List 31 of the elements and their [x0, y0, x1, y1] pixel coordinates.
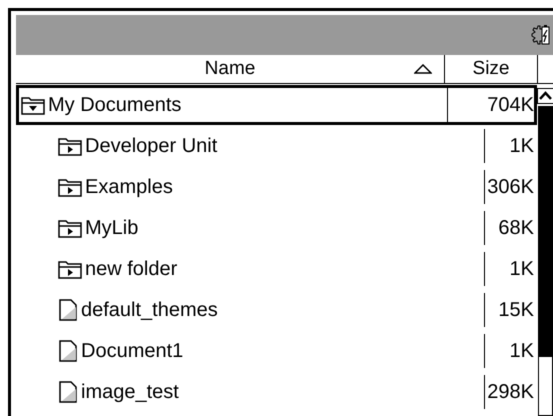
document-icon — [58, 340, 78, 362]
file-size: 1K — [510, 134, 534, 158]
file-row[interactable]: Document1 1K — [16, 331, 537, 371]
file-row[interactable]: MyLib 68K — [16, 208, 537, 248]
file-name: default_themes — [81, 298, 218, 322]
column-header[interactable]: Size — [445, 55, 538, 83]
gear-battery-icon — [531, 23, 551, 47]
file-row[interactable]: new folder 1K — [16, 249, 537, 289]
file-name: image_test — [81, 380, 179, 404]
file-row[interactable]: Developer Unit 1K — [16, 126, 537, 166]
document-icon — [58, 381, 78, 403]
file-size: 68K — [498, 216, 534, 240]
file-name: Developer Unit — [85, 134, 218, 158]
file-name: Examples — [85, 176, 173, 198]
file-name: My Documents — [48, 94, 182, 116]
file-name: Document1 — [81, 340, 184, 362]
column-header[interactable]: Name — [16, 55, 445, 83]
file-size: 1K — [510, 340, 534, 362]
selected-row[interactable]: My Documents 704K — [16, 85, 537, 125]
file-size: 306K — [487, 176, 534, 198]
file-row[interactable]: Examples 306K — [16, 167, 537, 207]
scroll-up-icon[interactable] — [536, 88, 553, 104]
file-size: 1K — [510, 258, 534, 280]
file-size: 298K — [487, 380, 534, 404]
file-name: MyLib — [85, 216, 138, 240]
file-size: 704K — [487, 94, 534, 116]
file-size: 15K — [498, 298, 534, 322]
file-row[interactable]: image_test 298K — [16, 372, 537, 412]
file-row[interactable]: default_themes 15K — [16, 290, 537, 330]
file-name: new folder — [85, 258, 178, 280]
document-icon — [58, 299, 78, 321]
